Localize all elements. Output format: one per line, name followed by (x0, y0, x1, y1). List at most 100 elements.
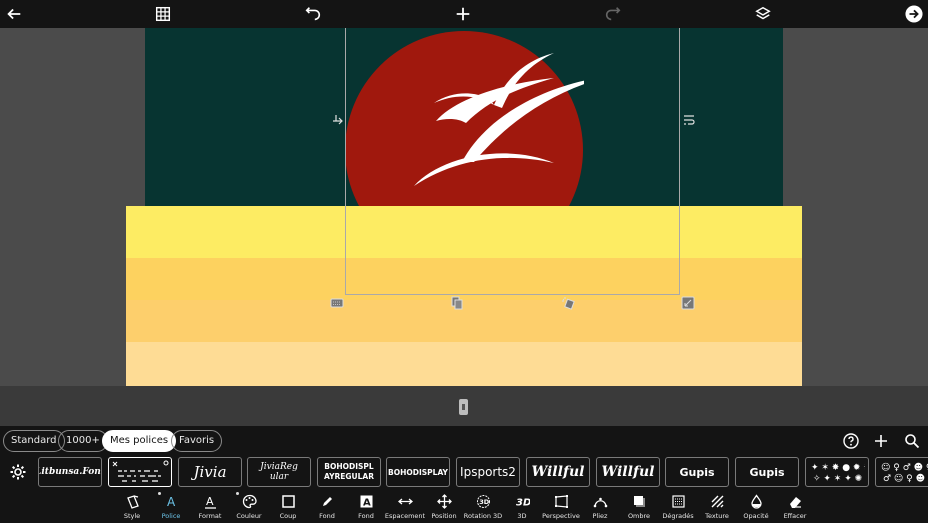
resize-icon[interactable] (681, 296, 695, 310)
shadow-icon (631, 493, 647, 509)
sand-stripe-4 (126, 342, 802, 386)
tool-texture[interactable]: Texture (695, 490, 739, 523)
tool-label: Couleur (236, 512, 262, 520)
svg-text:3D: 3D (479, 498, 490, 506)
font-tile-ipsports2[interactable]: Ipsports2 (456, 457, 520, 487)
tool-label: Style (123, 512, 141, 520)
svg-text:3D: 3D (516, 497, 530, 508)
position-icon (436, 493, 452, 509)
sand-stripe-3 (126, 300, 802, 342)
gradient-icon (670, 493, 686, 509)
line-wrap-icon[interactable] (682, 113, 696, 127)
tool-font[interactable]: A Police (149, 490, 193, 523)
gear-icon[interactable] (9, 463, 27, 481)
duplicate-icon[interactable] (450, 296, 464, 310)
next-icon[interactable] (903, 3, 925, 25)
tool-fold[interactable]: Pliez (578, 490, 622, 523)
tool-label: Perspective (542, 512, 580, 520)
tool-label: Texture (705, 512, 729, 520)
tool-label: Effacer (783, 512, 807, 520)
back-arrow-icon[interactable] (3, 3, 25, 25)
tool-shadow[interactable]: Ombre (617, 490, 661, 523)
tool-3d[interactable]: 3D 3D (500, 490, 544, 523)
tool-label: Opacité (743, 512, 769, 520)
svg-text:☺ ♀ ♂ ☻ ♀: ☺ ♀ ♂ ☻ ♀ (881, 462, 928, 473)
tool-opacity[interactable]: Opacité (734, 490, 778, 523)
style-icon (124, 493, 140, 509)
keyboard-icon[interactable] (330, 296, 344, 310)
add-font-icon[interactable] (872, 432, 890, 450)
tool-gradient[interactable]: Dégradés (656, 490, 700, 523)
tool-label: Police (161, 512, 181, 520)
tool-label: Espacement (384, 512, 426, 520)
tool-perspective[interactable]: Perspective (539, 490, 583, 523)
palette-icon (241, 493, 257, 509)
svg-text:♂ ☺ ♀ ☻ ♂: ♂ ☺ ♀ ☻ ♂ (883, 473, 928, 484)
font-tile-dingbats-stars[interactable]: ✦ ✶ ✸ ● ✹ ✷ ✧ ✦ ✶ ✦ ✺ (805, 457, 869, 487)
3d-icon: 3D (514, 493, 530, 509)
tool-format[interactable]: A Format (188, 490, 232, 523)
font-tile-jivia-regular[interactable]: JiviaReg ular (247, 457, 311, 487)
panel-drag-handle[interactable] (459, 399, 468, 415)
magic-edit-icon[interactable] (561, 296, 575, 310)
tab-standard[interactable]: Standard (3, 430, 65, 452)
tool-style[interactable]: Style (110, 490, 154, 523)
tool-pen[interactable]: Fond (305, 490, 349, 523)
tool-eraser[interactable]: Effacer (773, 490, 817, 523)
font-tile-litbunsa[interactable]: Litbunsa.Font (38, 457, 102, 487)
tool-background[interactable]: A Fond (344, 490, 388, 523)
search-icon[interactable] (903, 432, 921, 450)
help-icon[interactable] (842, 432, 860, 450)
font-tile-bohodisplay[interactable]: BOHODISPLAY (386, 457, 450, 487)
spacing-icon (397, 493, 413, 509)
tab-1000-plus[interactable]: 1000+ (58, 430, 108, 452)
bottom-toolbar: Style A Police A Format Couleur Coup Fond A Fond E… (0, 490, 928, 523)
font-tile-jivia[interactable]: Jivia (178, 457, 242, 487)
background-icon: A (358, 493, 374, 509)
text-direction-icon[interactable] (331, 113, 345, 127)
stars-font-preview-icon: ✦ ✶ ✸ ● ✹ ✷ ✧ ✦ ✶ ✦ ✺ (811, 463, 865, 484)
redo-icon[interactable] (602, 3, 624, 25)
opacity-icon (748, 493, 764, 509)
svg-text:A: A (363, 497, 371, 508)
tab-mes-polices[interactable]: Mes polices (102, 430, 177, 452)
tool-stroke[interactable]: Coup (266, 490, 310, 523)
font-tile-bohodisplay-regular[interactable]: BOHODISPL AYREGULAR (317, 457, 381, 487)
stroke-icon (280, 493, 296, 509)
fold-icon (592, 493, 608, 509)
font-tile-dingbats-people[interactable]: ☺ ♀ ♂ ☻ ♀ ♂ ☺ ♀ ☻ ♂ (875, 457, 928, 487)
svg-text:A: A (206, 495, 214, 508)
tab-favoris[interactable]: Favoris (171, 430, 223, 452)
format-icon: A (202, 493, 218, 509)
svg-text:✦ ✶ ✸ ● ✹ ✷: ✦ ✶ ✸ ● ✹ ✷ (811, 463, 865, 473)
font-list: Litbunsa.Font Jivia JiviaReg ular BOHODI… (0, 456, 928, 490)
indicator-dot (158, 492, 161, 495)
font-tile-gupis-1[interactable]: Gupis (665, 457, 729, 487)
tool-palette[interactable]: Couleur (227, 490, 271, 523)
rotation-3d-icon: 3D (475, 493, 491, 509)
people-font-preview-icon: ☺ ♀ ♂ ☻ ♀ ♂ ☺ ♀ ☻ ♂ (881, 462, 928, 484)
svg-text:A: A (167, 495, 176, 509)
tool-label: Format (198, 512, 222, 520)
tool-label: Coup (279, 512, 297, 520)
tool-label: Fond (319, 512, 335, 520)
font-category-tabs: Standard 1000+ Mes polices Favoris (0, 426, 928, 456)
text-selection-box[interactable] (345, 28, 680, 295)
tool-spacing[interactable]: Espacement (383, 490, 427, 523)
top-bar (0, 0, 928, 28)
undo-icon[interactable] (302, 3, 324, 25)
font-tile-gupis-2[interactable]: Gupis (735, 457, 799, 487)
font-tile-willful-1[interactable]: Willful (526, 457, 590, 487)
grid-icon[interactable] (152, 3, 174, 25)
font-icon: A (163, 493, 179, 509)
tool-position[interactable]: Position (422, 490, 466, 523)
texture-icon (709, 493, 725, 509)
tool-rotation-3d[interactable]: 3D Rotation 3D (461, 490, 505, 523)
add-icon[interactable] (452, 3, 474, 25)
pen-icon (319, 493, 335, 509)
font-tile-selected[interactable] (108, 457, 172, 487)
tool-label: Rotation 3D (463, 512, 503, 520)
font-tile-willful-2[interactable]: Willful (596, 457, 660, 487)
layers-icon[interactable] (752, 3, 774, 25)
perspective-icon (553, 493, 569, 509)
